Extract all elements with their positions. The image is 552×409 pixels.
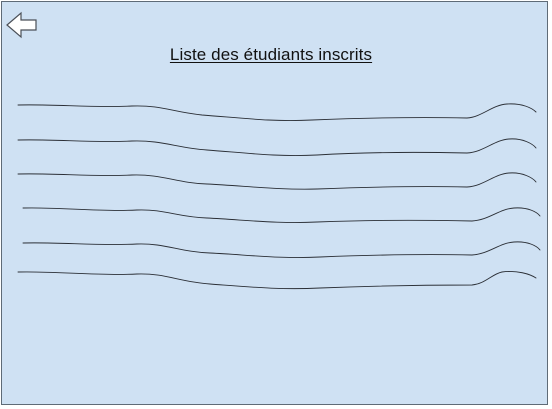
student-list-item[interactable] (22, 241, 541, 258)
student-list-item[interactable] (22, 207, 541, 223)
student-list-item[interactable] (17, 138, 537, 156)
student-list-item[interactable] (17, 103, 537, 121)
student-list (2, 2, 549, 406)
student-list-item[interactable] (17, 172, 537, 190)
student-list-item[interactable] (17, 271, 537, 290)
student-list-screen: Liste des étudiants inscrits (1, 1, 548, 405)
